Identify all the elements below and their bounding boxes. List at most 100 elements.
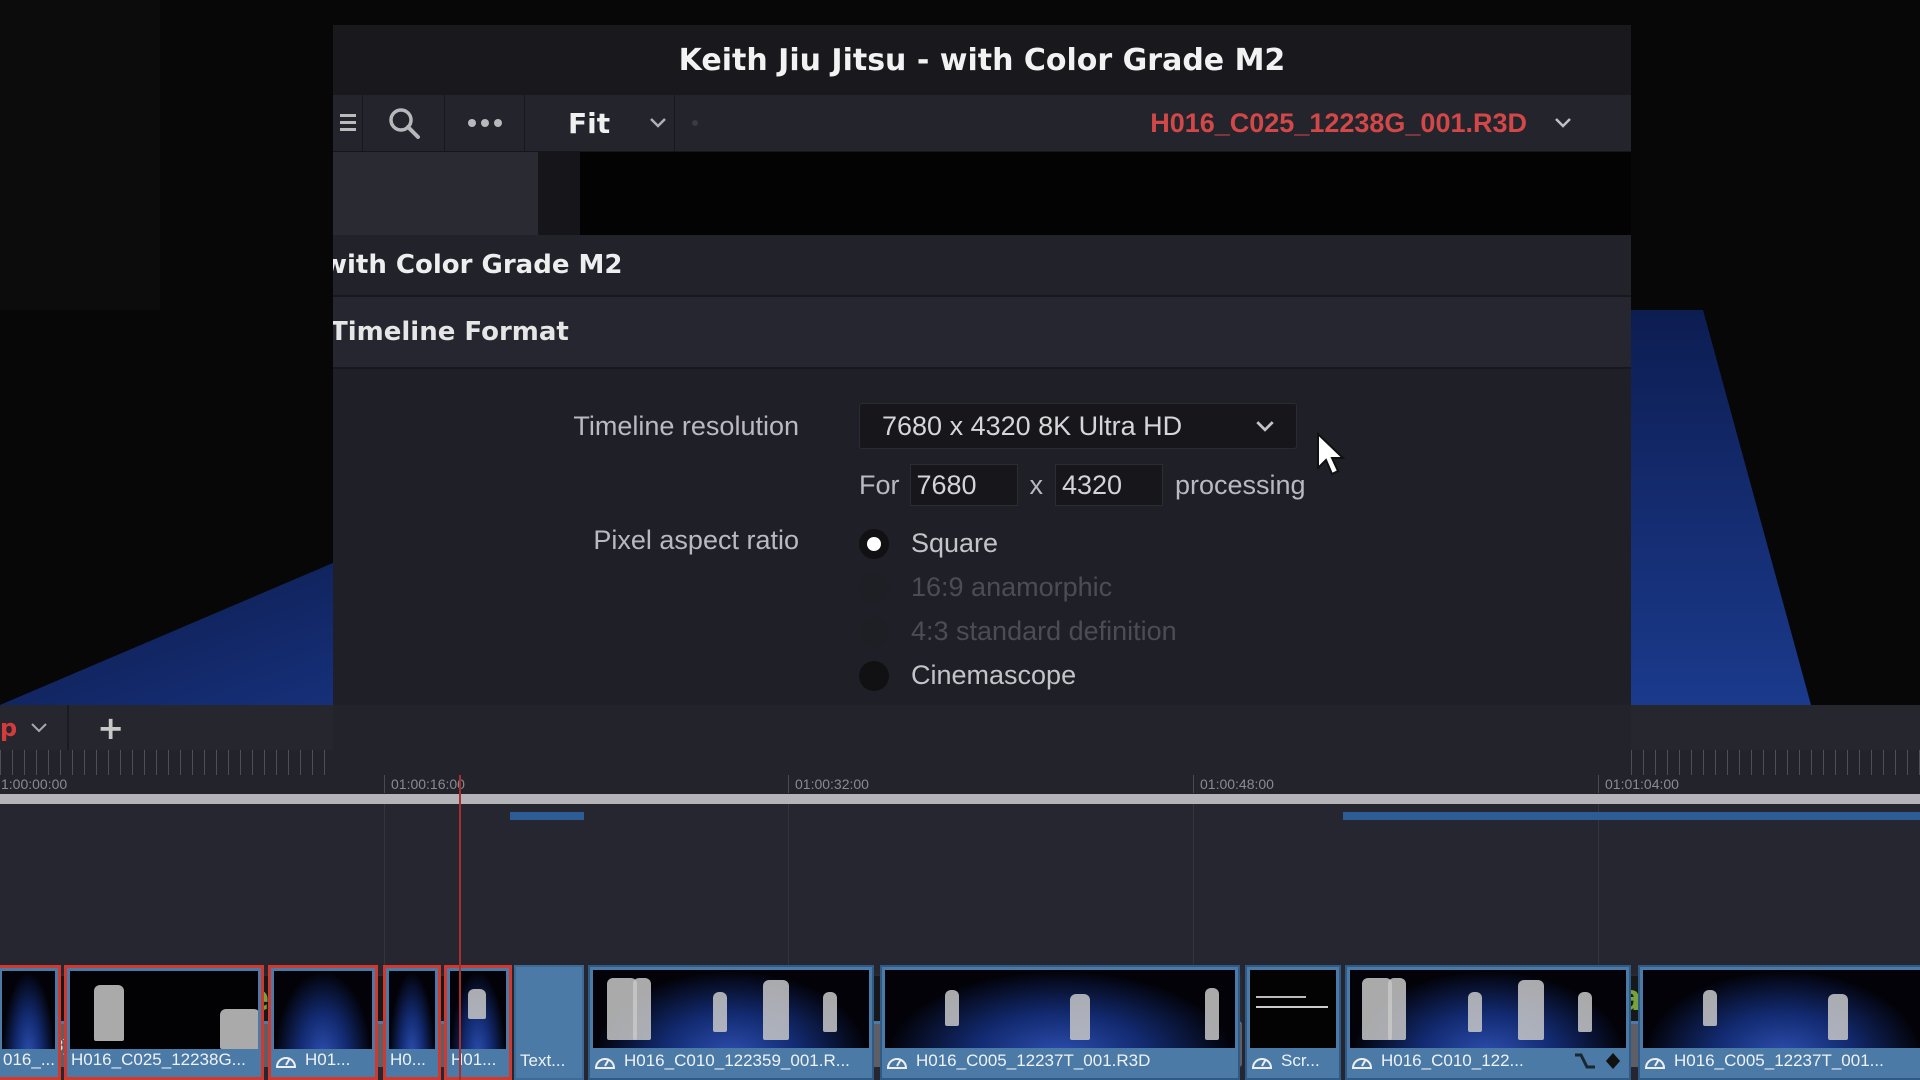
timeline-settings-dialog: Keith Jiu Jitsu - with Color Grade M2 Fi…: [333, 25, 1631, 765]
status-dot: [675, 95, 715, 151]
par-option-square[interactable]: Square: [859, 528, 998, 559]
clip-caption: H0...: [390, 1045, 434, 1075]
zoom-fit-dropdown[interactable]: Fit: [525, 95, 675, 151]
clip-caption: Text...: [520, 1046, 578, 1076]
viewer-side-pane: [333, 152, 538, 235]
clip-figure: [713, 992, 727, 1032]
timecode-label: 01:00:32:00: [788, 775, 869, 793]
video-clip[interactable]: H016_C005_12237T_001...: [1638, 965, 1920, 1080]
par-option-standard-definition: 4:3 standard definition: [859, 616, 1177, 647]
clip-figure: [1828, 994, 1848, 1040]
clip-figure: [1388, 978, 1406, 1040]
settings-section-title: with Color Grade M2: [333, 235, 1631, 297]
video-clip[interactable]: H016_C010_122...: [1345, 965, 1631, 1080]
clip-figure: [1468, 992, 1482, 1032]
dot-icon: [692, 120, 698, 126]
mouse-cursor-icon: [1317, 432, 1346, 476]
speed-change-icon: [275, 1057, 297, 1068]
par-option-label: 4:3 standard definition: [911, 616, 1177, 646]
search-button[interactable]: [363, 95, 445, 151]
clip-figure: [945, 990, 959, 1026]
processing-prefix: For: [859, 469, 900, 500]
menu-button[interactable]: [333, 95, 363, 151]
clip-name: H016_C005_12237T_001...: [1674, 1051, 1884, 1070]
timecode-label: 01:01:04:00: [1598, 775, 1679, 793]
clip-figure: [1578, 992, 1592, 1032]
clip-thumbnail: [1350, 970, 1626, 1048]
video-clip[interactable]: H0...: [383, 965, 441, 1080]
add-timeline-button[interactable]: +: [97, 709, 124, 747]
timeline-resolution-dropdown[interactable]: 7680 x 4320 8K Ultra HD: [859, 403, 1297, 449]
timecode-label: 01:00:16:00: [384, 775, 465, 793]
clip-thumbnail: [2, 971, 55, 1049]
timeline-resolution-row: Timeline resolution 7680 x 4320 8K Ultra…: [333, 402, 1631, 450]
clip-caption: H01...: [275, 1045, 371, 1075]
par-option-cinemascope[interactable]: Cinemascope: [859, 660, 1076, 691]
zoom-fit-label: Fit: [568, 106, 611, 140]
video-clip[interactable]: H01...: [268, 965, 378, 1080]
radio-square[interactable]: [859, 528, 889, 559]
timeline-scrub-bar[interactable]: [0, 794, 1920, 804]
clip-thumbnail: [274, 971, 372, 1049]
speed-change-icon: [594, 1058, 616, 1069]
clip-figure: [823, 992, 837, 1032]
more-options-button[interactable]: [445, 95, 525, 151]
video-clip[interactable]: H016_C010_122359_001.R...: [588, 965, 874, 1080]
clip-figure: [94, 985, 124, 1041]
background-wall: [0, 0, 160, 310]
curve-icon: [1575, 1053, 1595, 1069]
clip-name: H01...: [305, 1050, 351, 1069]
render-cache-bar: [1343, 812, 1920, 820]
keyframe-icon: [1605, 1053, 1621, 1069]
clip-name: 016_...: [3, 1050, 54, 1069]
clip-caption: H016_C010_122...: [1351, 1046, 1625, 1076]
timeline-resolution-value: 7680 x 4320 8K Ultra HD: [882, 410, 1183, 441]
speed-change-icon: [886, 1058, 908, 1069]
chevron-down-icon: [650, 118, 666, 128]
radio-selected-dot: [867, 536, 881, 551]
tab-separator: [67, 705, 70, 750]
speed-change-icon: [1251, 1058, 1273, 1069]
timeline-format-header[interactable]: Timeline Format: [333, 297, 1631, 369]
clip-name: Text...: [520, 1051, 566, 1070]
clip-figure: [1205, 988, 1219, 1040]
video-clip[interactable]: H016_C005_12237T_001.R3D: [880, 965, 1240, 1080]
clip-name: H016_C010_122...: [1381, 1051, 1524, 1070]
clip-caption: Scr...: [1251, 1046, 1335, 1076]
timecode-label: 1:00:00:00: [0, 775, 67, 793]
video-clip[interactable]: H016_C025_12238G...: [64, 965, 264, 1080]
ruler-ticks: [0, 750, 333, 775]
video-clip[interactable]: H01...: [444, 965, 512, 1080]
video-clip[interactable]: Scr...: [1245, 965, 1341, 1080]
video-clip[interactable]: Text...: [514, 965, 584, 1080]
processing-separator: x: [1029, 469, 1044, 500]
viewer-row: [333, 152, 1631, 235]
clip-figure: [1518, 980, 1544, 1040]
par-option-anamorphic: 16:9 anamorphic: [859, 572, 1112, 603]
timeline-tab-bar-right: [1631, 705, 1920, 750]
text-line: [1256, 996, 1306, 998]
par-option-label: 16:9 anamorphic: [911, 572, 1113, 602]
clip-selector-dropdown[interactable]: H016_C025_12238G_001.R3D: [1150, 108, 1571, 139]
chevron-down-icon[interactable]: [31, 722, 47, 733]
processing-size-row: For 7680 x 4320 processing: [859, 462, 1306, 508]
clip-caption: H016_C005_12237T_001.R3D: [886, 1046, 1234, 1076]
speed-change-icon: [1351, 1058, 1373, 1069]
processing-height-input[interactable]: 4320: [1055, 464, 1163, 506]
clip-caption: H016_C010_122359_001.R...: [594, 1046, 868, 1076]
radio-cinemascope[interactable]: [859, 660, 889, 691]
hamburger-menu-icon: [339, 114, 356, 131]
processing-width-input[interactable]: 7680: [909, 464, 1018, 506]
clip-name: H01...: [451, 1050, 497, 1069]
video-viewer[interactable]: [580, 152, 1631, 235]
timeline-tab-bar: p +: [0, 705, 333, 750]
clip-figure: [763, 980, 789, 1040]
clip-thumbnail: [593, 970, 869, 1048]
video-clip[interactable]: 016_...: [0, 965, 61, 1080]
clip-name: H016_C005_12237T_001.R3D: [916, 1051, 1151, 1070]
timeline-tab-name[interactable]: p: [0, 714, 17, 742]
timecode-ruler[interactable]: 1:00:00:00 01:00:16:00 01:00:32:00 01:00…: [0, 775, 1920, 793]
playhead[interactable]: [459, 775, 461, 1080]
window-title-bar: Keith Jiu Jitsu - with Color Grade M2: [333, 25, 1631, 95]
clip-figure: [220, 1009, 258, 1049]
